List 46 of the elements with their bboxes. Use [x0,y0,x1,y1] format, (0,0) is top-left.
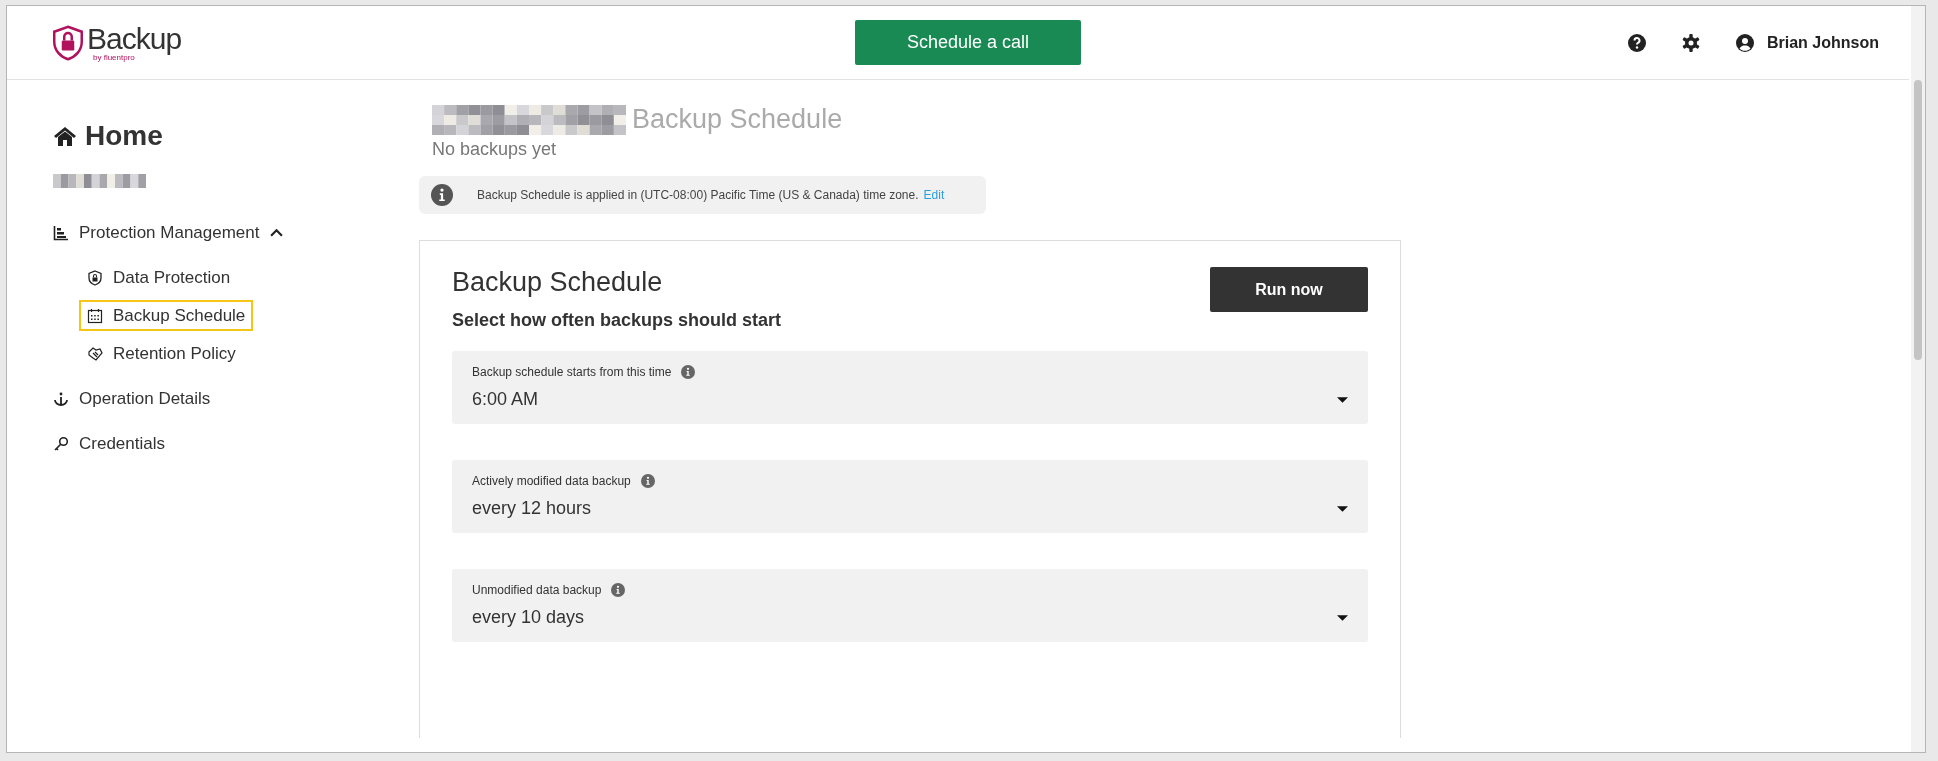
field-value: every 10 days [472,607,585,628]
nav-item[interactable]: Operation Details [53,376,373,421]
dropdown-field[interactable]: Backup schedule starts from this time 6:00 AM [452,351,1368,424]
logo-subtitle: by fluentpro [93,53,135,62]
user-avatar-icon[interactable] [1735,32,1755,53]
info-icon [431,184,453,206]
dropdown-caret-icon [1337,614,1348,621]
key-icon [53,435,69,452]
card-prompt: Select how often backups should start [452,310,782,331]
nav-subitem[interactable]: Backup Schedule [79,300,254,331]
scrollbar[interactable] [1911,6,1925,752]
nav-subitem[interactable]: Retention Policy [79,338,244,369]
field-value: 6:00 AM [472,389,539,410]
dropdown-caret-icon [1337,396,1348,403]
anchor-icon [53,390,69,407]
dropdown-caret-icon [1337,505,1348,512]
home-icon [53,125,77,147]
shield-lock-icon [53,24,83,61]
page-subtitle: No backups yet [432,139,558,160]
handshake-icon [87,345,103,362]
card-title: Backup Schedule [452,267,664,298]
help-icon[interactable] [1627,32,1647,53]
field-value: every 12 hours [472,498,592,519]
nav-item[interactable]: Protection Management [53,210,373,255]
info-icon[interactable] [611,583,626,597]
field-label: Unmodified data backup [472,583,602,597]
info-icon[interactable] [681,365,696,379]
chevron-icon[interactable] [269,228,283,237]
user-name[interactable]: Brian Johnson [1767,33,1879,52]
field-label: Backup schedule starts from this time [472,365,672,379]
stack-chart-icon [53,224,69,241]
nav-item[interactable]: Credentials [53,421,373,466]
calendar-icon [87,307,103,324]
nav-subitem[interactable]: Data Protection [79,262,239,293]
notice-text: Backup Schedule is applied in (UTC-08:00) Pacific Time (US & Canada) time zone. [477,188,919,202]
page-title: Backup Schedule [632,104,843,135]
info-icon[interactable] [640,474,655,488]
dropdown-field[interactable]: Unmodified data backup every 10 days [452,569,1368,642]
field-label: Actively modified data backup [472,474,631,488]
run-now-button[interactable]: Run now [1210,267,1368,312]
shield-lock-icon [87,269,103,286]
home-title[interactable]: Home [85,120,163,152]
logo-text: Backup [87,23,182,54]
settings-icon[interactable] [1681,32,1701,53]
dropdown-field[interactable]: Actively modified data backup every 12 hours [452,460,1368,533]
schedule-call-button[interactable]: Schedule a call [855,20,1081,65]
